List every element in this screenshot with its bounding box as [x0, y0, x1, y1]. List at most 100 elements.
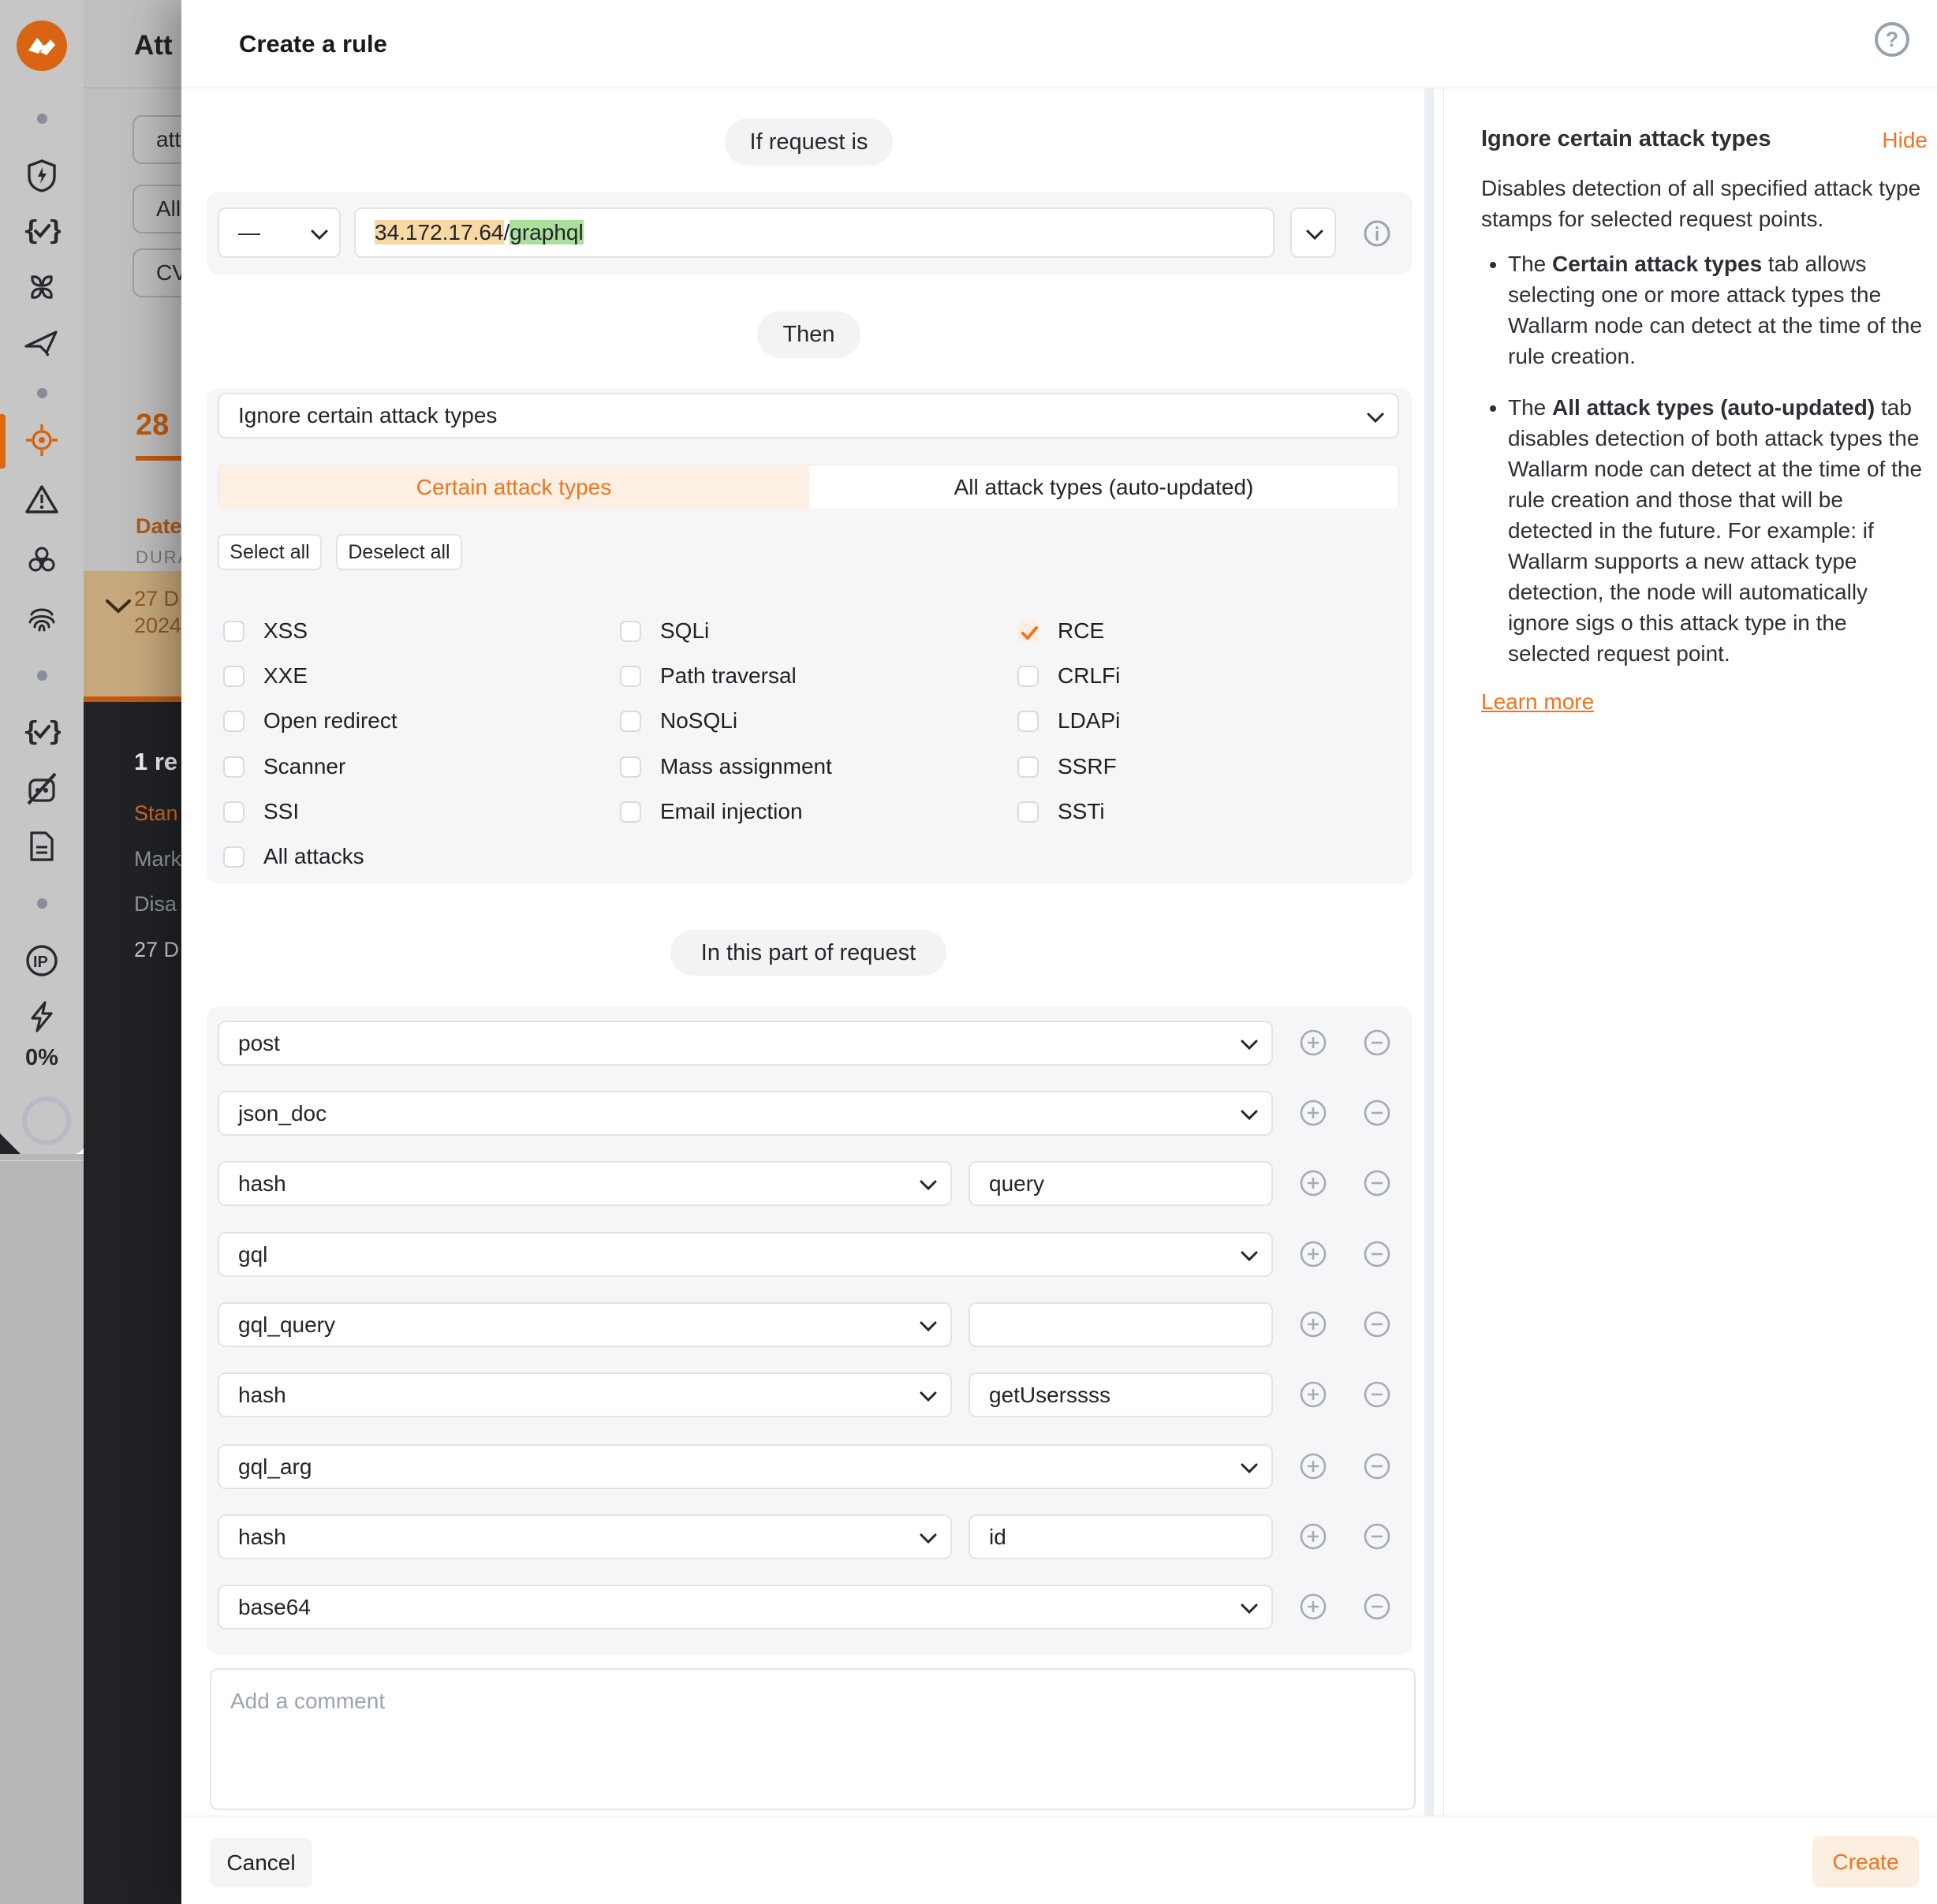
- checkbox-ldapi[interactable]: [1017, 711, 1039, 732]
- part-select-hash[interactable]: hash: [218, 1161, 952, 1206]
- add-part-icon[interactable]: [1300, 1593, 1327, 1620]
- checkbox-mass-assignment[interactable]: [620, 756, 641, 778]
- checkbox-ssrf[interactable]: [1017, 756, 1039, 778]
- tab-all-attack-types[interactable]: All attack types (auto-updated): [809, 465, 1398, 509]
- add-part-icon[interactable]: [1300, 1170, 1327, 1197]
- part-select-hash[interactable]: hash: [218, 1514, 952, 1559]
- hide-link[interactable]: Hide: [1882, 128, 1928, 153]
- cancel-button[interactable]: Cancel: [210, 1838, 312, 1887]
- checkbox-label: SSTi: [1058, 799, 1105, 824]
- svg-text:IP: IP: [33, 954, 48, 971]
- part-param-input[interactable]: query: [968, 1161, 1273, 1206]
- remove-part-icon[interactable]: [1364, 1029, 1390, 1056]
- add-part-icon[interactable]: [1300, 1099, 1327, 1126]
- part-select-post[interactable]: post: [218, 1021, 1273, 1066]
- help-panel: Ignore certain attack types Hide Disable…: [1481, 126, 1932, 715]
- rule-action-select[interactable]: Ignore certain attack types: [218, 393, 1399, 439]
- checkbox-label: Email injection: [660, 799, 803, 824]
- deselect-all-button[interactable]: Deselect all: [336, 534, 462, 570]
- mark-link[interactable]: Mark: [134, 847, 181, 872]
- part-select-base64[interactable]: base64: [218, 1585, 1273, 1630]
- chevron-down-icon[interactable]: [105, 598, 132, 615]
- avatar[interactable]: [22, 1096, 71, 1145]
- chevron-down-icon: [920, 1391, 937, 1402]
- checkbox-label: Mass assignment: [660, 754, 832, 779]
- add-part-icon[interactable]: [1300, 1453, 1327, 1480]
- chevron-down-icon: [1306, 230, 1323, 241]
- part-param-input[interactable]: [968, 1302, 1273, 1347]
- uri-expand-button[interactable]: [1290, 207, 1336, 258]
- checkbox-label: Open redirect: [263, 708, 397, 734]
- help-icon[interactable]: ?: [1875, 22, 1909, 57]
- modal-scrollbar[interactable]: [1424, 88, 1434, 1816]
- bolt-icon[interactable]: [0, 998, 84, 1036]
- part-select-json_doc[interactable]: json_doc: [218, 1091, 1273, 1136]
- part-select-hash[interactable]: hash: [218, 1372, 952, 1417]
- checkbox-scanner[interactable]: [223, 756, 244, 778]
- checkbox-label: SSI: [263, 799, 299, 824]
- checkbox-sqli[interactable]: [620, 621, 641, 642]
- select-all-button[interactable]: Select all: [218, 534, 322, 570]
- add-part-icon[interactable]: [1300, 1241, 1327, 1267]
- part-param-input[interactable]: getUserssss: [968, 1372, 1273, 1417]
- add-part-icon[interactable]: [1300, 1381, 1327, 1408]
- add-part-icon[interactable]: [1300, 1523, 1327, 1550]
- uri-input[interactable]: 34.172.17.64/graphql: [354, 207, 1275, 258]
- remove-part-icon[interactable]: [1364, 1593, 1390, 1620]
- checkbox-ssti[interactable]: [1017, 801, 1039, 823]
- remove-part-icon[interactable]: [1364, 1170, 1390, 1197]
- document-icon[interactable]: [0, 827, 84, 865]
- checkbox-ssi[interactable]: [223, 801, 244, 823]
- remove-part-icon[interactable]: [1364, 1453, 1390, 1480]
- ip-icon[interactable]: IP: [0, 942, 84, 980]
- tab-certain-attack-types[interactable]: Certain attack types: [218, 465, 809, 509]
- fingerprint-icon[interactable]: [0, 600, 84, 638]
- shield-icon[interactable]: [0, 157, 84, 195]
- checkbox-crlfi[interactable]: [1017, 666, 1039, 687]
- app-root: {}{}IP 0% Att attAllCV 28 Date DURA 27 D…: [0, 0, 1937, 1904]
- remove-part-icon[interactable]: [1364, 1311, 1390, 1338]
- create-button[interactable]: Create: [1812, 1836, 1919, 1887]
- remove-part-icon[interactable]: [1364, 1241, 1390, 1267]
- condition-operator-select[interactable]: —: [218, 207, 341, 258]
- dot: [0, 99, 84, 137]
- bot-disabled-icon[interactable]: [0, 770, 84, 808]
- braces-check-icon[interactable]: {}: [0, 212, 84, 250]
- checkbox-xss[interactable]: [223, 621, 244, 642]
- warning-icon[interactable]: [0, 480, 84, 518]
- if-request-is-pill: If request is: [725, 118, 893, 166]
- braces-check-icon[interactable]: {}: [0, 713, 84, 751]
- checkbox-rce[interactable]: [1017, 621, 1039, 642]
- add-part-icon[interactable]: [1300, 1029, 1327, 1056]
- part-param-input[interactable]: id: [968, 1514, 1273, 1559]
- sidebar-divider: [0, 1160, 84, 1161]
- disable-link[interactable]: Disa: [134, 892, 177, 917]
- part-select-gql_arg[interactable]: gql_arg: [218, 1444, 1273, 1489]
- biohazard-icon[interactable]: [0, 540, 84, 578]
- checkbox-label: Path traversal: [660, 663, 797, 689]
- learn-more-link[interactable]: Learn more: [1481, 689, 1594, 714]
- remove-part-icon[interactable]: [1364, 1381, 1390, 1408]
- target-icon[interactable]: [0, 421, 84, 459]
- checkbox-all-attacks[interactable]: [223, 846, 244, 868]
- plane-icon[interactable]: [0, 324, 84, 362]
- checkbox-email-injection[interactable]: [620, 801, 641, 823]
- status-link[interactable]: Stan: [134, 801, 178, 826]
- info-icon[interactable]: [1363, 219, 1391, 248]
- comment-textarea[interactable]: Add a comment: [210, 1668, 1416, 1810]
- chevron-down-icon: [1241, 1251, 1258, 1262]
- checkbox-nosqli[interactable]: [620, 711, 641, 732]
- checkbox-path-traversal[interactable]: [620, 666, 641, 687]
- part-select-gql[interactable]: gql: [218, 1232, 1273, 1277]
- add-part-icon[interactable]: [1300, 1311, 1327, 1338]
- chevron-down-icon: [920, 1533, 937, 1544]
- sidebar-footer-strip: [0, 1154, 84, 1904]
- checkbox-open-redirect[interactable]: [223, 711, 244, 732]
- remove-part-icon[interactable]: [1364, 1099, 1390, 1126]
- clover-icon[interactable]: [0, 268, 84, 306]
- part-select-gql_query[interactable]: gql_query: [218, 1302, 952, 1347]
- checkbox-xxe[interactable]: [223, 666, 244, 687]
- checkbox-label: XXE: [263, 663, 308, 689]
- remove-part-icon[interactable]: [1364, 1523, 1390, 1550]
- usage-percent: 0%: [0, 1045, 84, 1071]
